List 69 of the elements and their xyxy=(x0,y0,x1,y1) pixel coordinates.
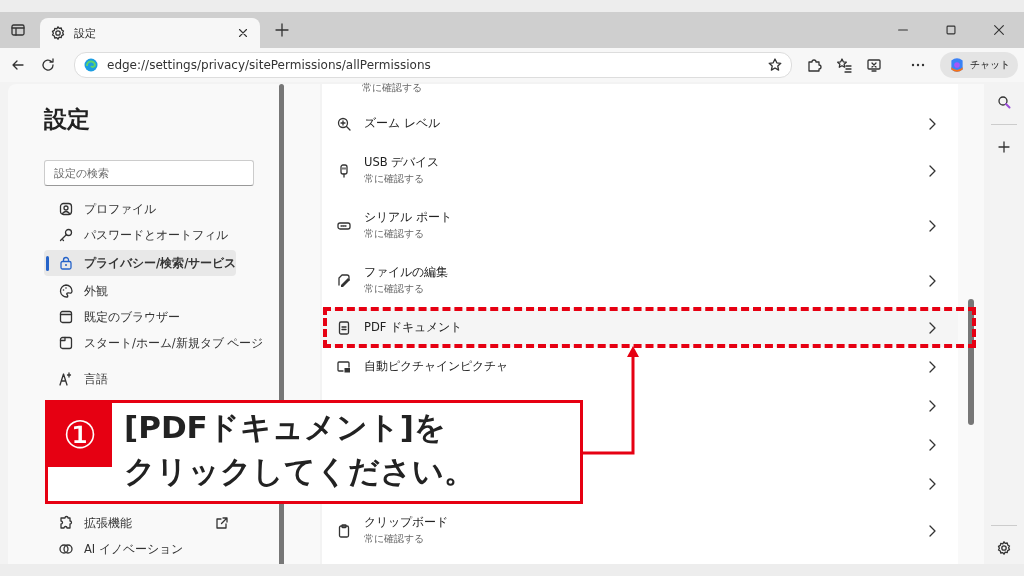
sidebar-item[interactable]: 外観 xyxy=(44,280,236,302)
permission-label: ズーム レベル xyxy=(364,116,441,131)
permission-row[interactable]: クリップボード 常に確認する xyxy=(322,503,958,558)
scrollbar-thumb[interactable] xyxy=(968,299,974,425)
search-field[interactable]: 設定の検索 xyxy=(44,160,254,186)
profile-icon xyxy=(58,201,74,217)
address-text: edge://settings/privacy/sitePermissions/allPermissions xyxy=(107,58,431,72)
picture-in-picture-icon xyxy=(336,358,352,375)
copilot-logo-icon xyxy=(948,56,966,74)
settings-heading: 設定 xyxy=(44,105,91,134)
permission-status: 常に確認する xyxy=(364,173,425,186)
permission-status: 常に確認する xyxy=(364,283,425,296)
step-number: ① xyxy=(48,403,112,467)
maximize-icon[interactable] xyxy=(944,23,958,37)
browser-tab[interactable]: 設定 xyxy=(40,18,260,48)
tab-title: 設定 xyxy=(74,25,97,41)
permission-label: PDF ドキュメント xyxy=(364,320,464,335)
browser-window-icon xyxy=(58,309,74,325)
screenshot-icon[interactable] xyxy=(866,57,882,73)
sidebar-item[interactable]: プライバシー/検索/サービス xyxy=(44,250,236,276)
selection-indicator xyxy=(46,256,49,271)
file-edit-icon xyxy=(336,272,352,289)
permission-label: ファイルの編集 xyxy=(364,265,449,280)
search-icon[interactable] xyxy=(996,94,1012,110)
favorites-icon[interactable] xyxy=(836,57,852,73)
browser-logo-icon xyxy=(83,57,99,73)
puzzle-icon xyxy=(58,515,74,531)
refresh-icon[interactable] xyxy=(40,57,56,73)
sidebar-item[interactable]: 言語 xyxy=(44,368,236,390)
star-icon[interactable] xyxy=(767,57,783,73)
permission-row[interactable]: シリアル ポート 常に確認する xyxy=(322,198,958,253)
permission-status: 常に確認する xyxy=(364,533,425,546)
permission-status: 常に確認する xyxy=(364,228,425,241)
permission-status: 常に確認する xyxy=(362,82,422,95)
zoom-in-icon xyxy=(336,115,352,132)
sidebar-item[interactable]: 既定のブラウザー xyxy=(44,306,236,328)
lock-icon xyxy=(58,255,74,271)
browser-window-icon xyxy=(58,335,74,351)
close-window-icon[interactable] xyxy=(992,23,1006,37)
permission-row[interactable]: 自動ピクチャインピクチャ xyxy=(322,347,958,386)
chat-button[interactable]: チャット xyxy=(940,52,1018,78)
permission-label: シリアル ポート xyxy=(364,210,453,225)
gear-icon xyxy=(50,25,66,41)
puzzle-icon[interactable] xyxy=(806,57,822,73)
permission-label: USB デバイス xyxy=(364,155,441,170)
callout-text: [PDFドキュメント]を クリックしてください。 xyxy=(123,408,475,491)
add-icon[interactable] xyxy=(996,139,1012,155)
new-tab-icon[interactable] xyxy=(274,22,290,38)
sidebar-item[interactable]: 拡張機能 xyxy=(44,512,236,534)
document-icon xyxy=(336,319,352,336)
sidebar-item[interactable]: パスワードとオートフィル xyxy=(44,224,236,246)
language-icon xyxy=(58,371,74,387)
address-bar[interactable]: edge://settings/privacy/sitePermissions/allPermissions xyxy=(74,52,792,78)
permission-row[interactable]: ファイルの編集 常に確認する xyxy=(322,253,958,308)
clipboard-icon xyxy=(336,522,352,539)
ai-icon xyxy=(58,541,74,557)
key-icon xyxy=(58,227,74,243)
external-link-icon xyxy=(214,515,230,531)
sidebar-toggle-icon[interactable] xyxy=(10,22,26,38)
palette-icon xyxy=(58,283,74,299)
sidebar-item[interactable]: スタート/ホーム/新規タブ ページ xyxy=(44,332,270,354)
settings-icon[interactable] xyxy=(996,540,1012,556)
sidebar-item[interactable]: プロファイル xyxy=(44,198,236,220)
close-icon[interactable] xyxy=(236,26,250,40)
permission-label: クリップボード xyxy=(364,515,449,530)
permission-row[interactable]: USB デバイス 常に確認する xyxy=(322,143,958,198)
permission-row[interactable]: ズーム レベル xyxy=(322,104,958,143)
permission-label: 自動ピクチャインピクチャ xyxy=(364,359,509,374)
sidebar-item[interactable]: AI イノベーション xyxy=(44,538,236,560)
